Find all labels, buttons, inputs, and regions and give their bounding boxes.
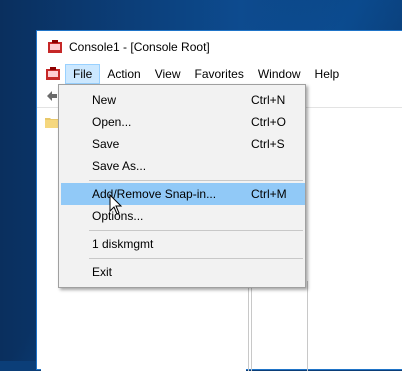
menu-item-label: Save As... bbox=[92, 159, 147, 173]
menu-file[interactable]: File bbox=[65, 64, 101, 84]
menu-bar: File Action View Favorites Window Help bbox=[37, 63, 402, 85]
menu-separator bbox=[89, 230, 303, 231]
mouse-pointer-icon bbox=[109, 193, 123, 216]
file-menu-dropdown: New Ctrl+N Open... Ctrl+O Save Ctrl+S Sa… bbox=[58, 84, 306, 288]
menu-help[interactable]: Help bbox=[308, 64, 347, 84]
menu-item-shortcut: Ctrl+S bbox=[251, 137, 285, 151]
title-bar[interactable]: Console1 - [Console Root] bbox=[37, 31, 402, 63]
mmc-doc-icon[interactable] bbox=[45, 66, 61, 82]
menu-item-label: New bbox=[92, 93, 117, 107]
menu-item-label: Save bbox=[92, 137, 120, 151]
menu-action[interactable]: Action bbox=[100, 64, 147, 84]
folder-icon[interactable] bbox=[45, 117, 59, 128]
menu-item-label: Open... bbox=[92, 115, 132, 129]
menu-item-add-remove-snap-in[interactable]: Add/Remove Snap-in... Ctrl+M bbox=[61, 183, 305, 205]
menu-item-label: Exit bbox=[92, 265, 113, 279]
menu-item-shortcut: Ctrl+M bbox=[251, 187, 287, 201]
menu-item-shortcut: Ctrl+O bbox=[251, 115, 287, 129]
back-arrow-icon[interactable] bbox=[45, 89, 59, 103]
menu-window[interactable]: Window bbox=[251, 64, 308, 84]
menu-item-save-as[interactable]: Save As... bbox=[61, 155, 305, 177]
menu-view[interactable]: View bbox=[148, 64, 188, 84]
result-pane[interactable] bbox=[251, 281, 402, 371]
menu-item-open[interactable]: Open... Ctrl+O bbox=[61, 111, 305, 133]
mmc-app-icon bbox=[47, 39, 63, 55]
menu-item-label: 1 diskmgmt bbox=[92, 237, 154, 251]
menu-item-save[interactable]: Save Ctrl+S bbox=[61, 133, 305, 155]
action-pane-divider bbox=[307, 281, 308, 371]
menu-item-recent-diskmgmt[interactable]: 1 diskmgmt bbox=[61, 233, 305, 255]
menu-item-exit[interactable]: Exit bbox=[61, 261, 305, 283]
menu-separator bbox=[89, 180, 303, 181]
menu-item-options[interactable]: Options... bbox=[61, 205, 305, 227]
menu-item-shortcut: Ctrl+N bbox=[251, 93, 286, 107]
menu-separator bbox=[89, 258, 303, 259]
window-title: Console1 - [Console Root] bbox=[69, 40, 210, 54]
menu-item-new[interactable]: New Ctrl+N bbox=[61, 89, 305, 111]
menu-favorites[interactable]: Favorites bbox=[188, 64, 251, 84]
